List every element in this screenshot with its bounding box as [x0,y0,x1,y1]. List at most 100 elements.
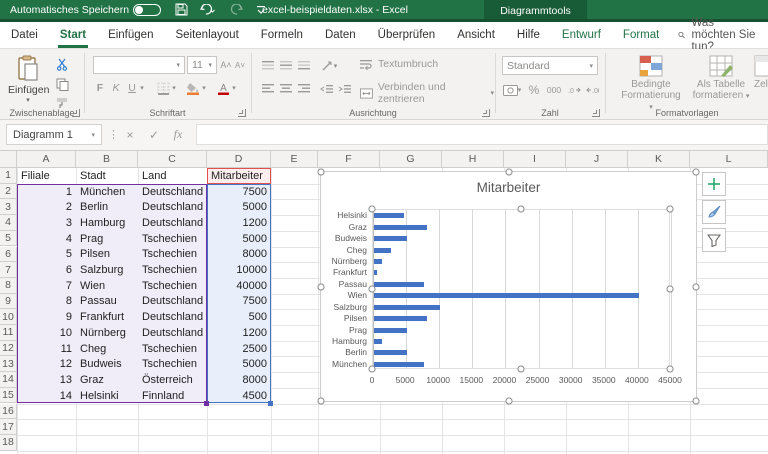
grid-cell[interactable]: 9 [17,309,76,325]
grid-cell[interactable]: 7500 [207,184,271,200]
row-header-5[interactable]: 5 [0,231,17,247]
tab-format[interactable]: Format [612,22,670,48]
tab-daten[interactable]: Daten [314,22,367,48]
align-top-icon[interactable] [258,57,278,75]
grid-cell[interactable]: 6 [17,262,76,278]
plot-area-handle[interactable] [369,366,376,373]
decrease-decimal-icon[interactable]: .00 [584,81,600,99]
grid-cell[interactable]: 7 [17,278,76,294]
grid-cell[interactable]: Deutschland [138,184,207,200]
grid-cell[interactable]: 11 [17,341,76,357]
grid-cell[interactable]: Cheg [76,341,138,357]
grid-cell[interactable]: Tschechien [138,247,207,263]
tell-me-search[interactable]: Was möchten Sie tun? [670,22,768,48]
cell-header-Mitarbeiter[interactable]: Mitarbeiter [207,168,271,184]
grid-cell[interactable]: Wien [76,278,138,294]
grid-cell[interactable]: München [76,184,138,200]
chart-bar-Cheg[interactable] [374,248,391,253]
plot-area-handle[interactable] [369,206,376,213]
bold-button[interactable]: F [93,79,107,97]
grid-cell[interactable]: 8 [17,294,76,310]
grid-cell[interactable]: Finnland [138,388,207,404]
chart-elements-button[interactable] [702,172,726,196]
row-header-16[interactable]: 16 [0,404,17,420]
row-header-14[interactable]: 14 [0,372,17,388]
paste-button[interactable]: Einfügen ▾ [8,55,48,104]
chart-bar-Frankfurt[interactable] [374,270,377,275]
font-name-combo[interactable]: ▾ [93,56,185,74]
plot-area-handle[interactable] [518,366,525,373]
column-header-A[interactable]: A [17,151,76,168]
row-header-6[interactable]: 6 [0,247,17,263]
merge-center-button[interactable]: Verbinden und zentrieren ▾ [360,81,494,105]
plot-area-handle[interactable] [518,206,525,213]
font-dialog-launcher[interactable] [238,109,246,117]
grid-cell[interactable]: 12 [17,356,76,372]
grid-cell[interactable]: 40000 [207,278,271,294]
column-header-C[interactable]: C [138,151,207,168]
name-box[interactable]: Diagramm 1▾ [6,124,102,145]
underline-caret[interactable]: ▾ [137,79,147,97]
column-header-H[interactable]: H [442,151,504,168]
grid-cell[interactable]: 8000 [207,372,271,388]
plot-area-handle[interactable] [369,286,376,293]
grid-cell[interactable]: 5 [17,247,76,263]
grid-cell[interactable]: 5000 [207,199,271,215]
row-header-4[interactable]: 4 [0,215,17,231]
plot-area-handle[interactable] [667,286,674,293]
row-header-12[interactable]: 12 [0,341,17,357]
chart-bar-Pilsen[interactable] [374,316,427,321]
percent-format-icon[interactable]: % [526,81,542,99]
chart-styles-button[interactable] [702,200,726,224]
column-header-B[interactable]: B [76,151,138,168]
grid-cell[interactable]: Tschechien [138,262,207,278]
grid-cell[interactable]: 10000 [207,262,271,278]
chart-bar-Helsinki[interactable] [374,213,404,218]
grid-cell[interactable]: Pilsen [76,247,138,263]
tab-formeln[interactable]: Formeln [250,22,314,48]
chart-resize-handle[interactable] [318,169,325,176]
grid-cell[interactable]: 13 [17,372,76,388]
increase-decimal-icon[interactable]: .0 [566,81,582,99]
plot-area-handle[interactable] [667,366,674,373]
column-header-G[interactable]: G [380,151,442,168]
currency-format-icon[interactable]: ▾ [500,81,524,99]
font-size-combo[interactable]: 11▾ [187,56,217,74]
grid-cell[interactable]: Deutschland [138,325,207,341]
column-header-J[interactable]: J [566,151,628,168]
select-all-corner[interactable] [0,151,17,168]
save-icon[interactable] [170,0,192,19]
italic-button[interactable]: K [109,79,123,97]
grid-cell[interactable]: 7500 [207,294,271,310]
grid-cell[interactable]: 3 [17,215,76,231]
copy-icon[interactable] [52,75,72,93]
grid-cell[interactable]: 8000 [207,247,271,263]
chart-resize-handle[interactable] [693,283,700,290]
enter-icon[interactable]: ✓ [144,124,164,145]
row-header-1[interactable]: 1 [0,168,17,184]
align-left-icon[interactable] [258,80,278,98]
grid-cell[interactable]: 1200 [207,325,271,341]
grid-cell[interactable]: Deutschland [138,309,207,325]
orientation-icon[interactable]: ▾ [316,57,342,75]
tab-datei[interactable]: Datei [0,22,49,48]
row-header-2[interactable]: 2 [0,184,17,200]
undo-icon[interactable] [196,0,218,19]
clipboard-dialog-launcher[interactable] [72,109,80,117]
grid-cell[interactable]: 4500 [207,388,271,404]
grow-font-icon[interactable]: A˄ [219,56,233,74]
grid-cell[interactable]: Nürnberg [76,325,138,341]
align-right-icon[interactable] [294,80,314,98]
grid-cell[interactable]: Passau [76,294,138,310]
grid-cell[interactable]: Tschechien [138,231,207,247]
number-format-combo[interactable]: Standard▾ [502,56,598,75]
row-header-7[interactable]: 7 [0,262,17,278]
tab-entwurf[interactable]: Entwurf [551,22,612,48]
grid-cell[interactable]: 4 [17,231,76,247]
row-header-3[interactable]: 3 [0,199,17,215]
insert-function-icon[interactable]: fx [168,124,188,145]
column-header-E[interactable]: E [271,151,318,168]
grid-cell[interactable]: 5000 [207,356,271,372]
chart-bar-Prag[interactable] [374,328,407,333]
increase-indent-icon[interactable] [334,80,354,98]
